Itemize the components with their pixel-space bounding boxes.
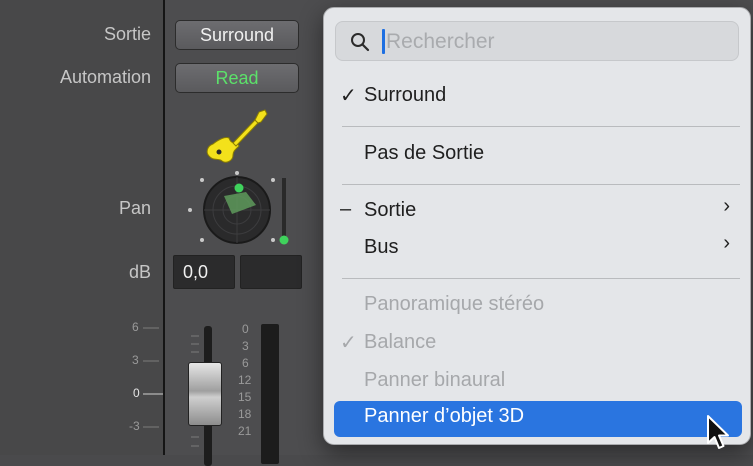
fader-scale-tick: -3 — [129, 419, 140, 433]
pan-label: Pan — [118, 198, 151, 218]
menu-item-bus[interactable]: Bus › — [334, 232, 742, 268]
automation-mode-button[interactable]: Read — [175, 63, 299, 93]
volume-db-value: 0,0 — [183, 262, 209, 282]
fader-scale-tick: 0 — [133, 386, 140, 400]
meter-scale-tick: 21 — [238, 424, 252, 438]
meter-scale: 0 3 6 12 15 18 21 — [238, 322, 262, 455]
meter-scale-tick: 15 — [238, 390, 252, 404]
menu-item-stereo-pan: Panoramique stéréo — [334, 289, 742, 325]
search-input[interactable] — [384, 27, 728, 57]
menu-separator — [342, 126, 740, 127]
checkmark-icon: ✓ — [340, 332, 357, 354]
checkmark-icon: ✓ — [340, 85, 357, 107]
pointer-cursor-icon — [707, 415, 729, 449]
menu-item-label: Balance — [364, 331, 437, 353]
pan-knob[interactable] — [182, 170, 294, 254]
meter-scale-tick: 18 — [238, 407, 252, 421]
menu-item-output[interactable]: – Sortie › — [334, 195, 742, 231]
menu-item-3d-object-panner[interactable]: Panner d’objet 3D — [334, 401, 742, 437]
fader-scale-tick: 6 — [132, 320, 139, 334]
search-icon — [351, 33, 370, 52]
submenu-chevron-icon: › — [723, 232, 730, 254]
menu-item-label: Sortie — [364, 199, 417, 221]
output-label: Sortie — [103, 24, 151, 44]
meter-scale-tick: 12 — [238, 373, 252, 387]
automation-label: Automation — [59, 67, 151, 87]
volume-db-field[interactable]: 0,0 — [173, 255, 235, 289]
meter-scale-tick: 0 — [242, 322, 249, 336]
menu-separator — [342, 278, 740, 279]
volume-fader-handle[interactable] — [188, 362, 222, 426]
output-button[interactable]: Surround — [175, 20, 299, 50]
menu-item-balance: ✓ Balance — [334, 327, 742, 363]
guitar-icon — [206, 109, 268, 163]
menu-item-binaural-panner: Panner binaural — [334, 365, 742, 401]
menu-item-label: Panoramique stéréo — [364, 293, 545, 315]
meter-scale-tick: 3 — [242, 339, 249, 353]
menu-item-label: Panner binaural — [364, 369, 506, 391]
peak-level-field — [240, 255, 302, 289]
meter-scale-tick: 6 — [242, 356, 249, 370]
fader-scale-tick: 3 — [132, 353, 139, 367]
menu-item-label: Bus — [364, 236, 399, 258]
menu-separator — [342, 184, 740, 185]
output-popup-menu: ✓ Surround Pas de Sortie – Sortie › Bus … — [323, 7, 751, 445]
submenu-chevron-icon: › — [723, 195, 730, 217]
menu-item-label: Panner d’objet 3D — [364, 405, 525, 427]
mixed-state-icon: – — [340, 198, 352, 220]
db-label: dB — [128, 262, 151, 282]
search-field[interactable] — [335, 21, 739, 61]
level-meter — [261, 324, 279, 464]
menu-item-label: Surround — [364, 84, 447, 106]
menu-item-no-output[interactable]: Pas de Sortie — [334, 138, 742, 174]
menu-item-surround[interactable]: ✓ Surround — [334, 80, 742, 116]
menu-item-label: Pas de Sortie — [364, 142, 485, 164]
